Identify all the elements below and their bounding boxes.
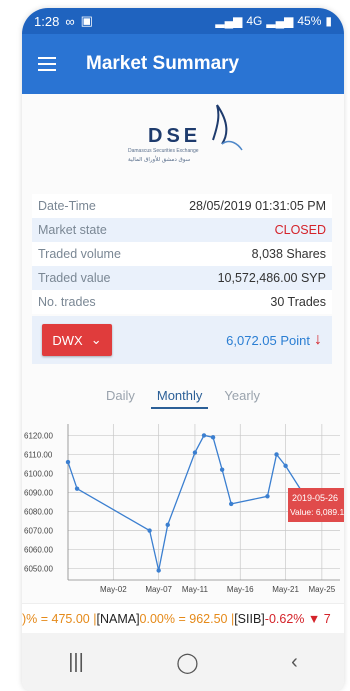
x-tick-label: May-02 (100, 585, 127, 594)
info-label: Market state (38, 223, 107, 237)
info-label: Date-Time (38, 199, 96, 213)
chevron-down-icon: ⌄ (90, 332, 102, 347)
market-info-table: Date-Time 28/05/2019 01:31:05 PM Market … (32, 194, 332, 314)
network-label: 4G (246, 14, 263, 28)
data-point (156, 568, 161, 573)
ticker-segment: -0.62% ▼ 7 (264, 611, 331, 626)
data-point (192, 450, 198, 455)
index-points-value: 6,072.05 Point (226, 332, 310, 348)
market-summary-content: DSE Damascus Securities Exchange سوق دمش… (22, 94, 344, 614)
data-point (201, 433, 207, 438)
y-tick-label: 6090.00 (24, 488, 53, 497)
period-tabs: Daily Monthly Yearly (22, 384, 344, 409)
status-time: 1:28 (34, 13, 60, 29)
logo-mark (212, 104, 228, 145)
x-tick-label: May-07 (145, 585, 172, 594)
price-ticker: )% = 475.00 | [NAMA] 0.00% = 962.50 | [SI… (22, 603, 344, 633)
x-tick-label: May-21 (272, 585, 299, 594)
y-tick-label: 6060.00 (24, 546, 53, 555)
system-nav-bar: ||| ◯ ‹ (22, 633, 344, 691)
back-icon[interactable]: ‹ (291, 651, 298, 674)
info-row-market-state: Market state CLOSED (32, 218, 332, 242)
data-point (165, 522, 170, 528)
index-summary: DWX ⌄ 6,072.05 Point ↓ (32, 316, 332, 364)
market-state-value: CLOSED (274, 223, 326, 237)
data-point (210, 435, 216, 440)
image-icon: ▣ (80, 13, 93, 28)
logo-subtitle: Damascus Securities Exchange (128, 148, 199, 154)
logo-text: DSE (148, 125, 201, 147)
y-tick-label: 6100.00 (24, 469, 53, 478)
data-point (147, 528, 152, 533)
tooltip-date: 2019-05-26 (292, 493, 338, 503)
data-point (65, 459, 71, 465)
tab-daily[interactable]: Daily (100, 384, 141, 409)
index-line-chart[interactable]: 6120.00 6110.00 6100.00 6090.00 6080.00 6070.… (22, 414, 344, 610)
series-line (67, 434, 305, 571)
info-row-trades: No. trades 30 Trades (32, 290, 332, 314)
index-dropdown-button[interactable]: DWX ⌄ (42, 324, 112, 356)
app-bar: Market Summary (22, 34, 344, 94)
y-tick-label: 6070.00 (24, 527, 53, 536)
tab-monthly[interactable]: Monthly (150, 384, 209, 409)
y-tick-label: 6110.00 (24, 450, 53, 459)
battery-icon: ▮ (325, 14, 332, 28)
ticker-segment: [NAMA] (96, 611, 140, 626)
phone-frame: 1:28 ∞ ▣ ▂▄▆ 4G ▂▄▆ 45% ▮ Market Summary… (22, 8, 344, 691)
logo-arabic: سوق دمشق للأوراق المالية (128, 155, 191, 163)
data-point (74, 486, 80, 491)
info-value: 10,572,486.00 SYP (217, 271, 326, 285)
data-point (274, 452, 279, 457)
tooltip-value: Value: 6,089.19 (290, 507, 344, 517)
x-tick-label: May-25 (309, 585, 336, 594)
status-bar: 1:28 ∞ ▣ ▂▄▆ 4G ▂▄▆ 45% ▮ (22, 8, 344, 34)
y-tick-label: 6050.00 (24, 565, 53, 574)
info-value: 28/05/2019 01:31:05 PM (189, 199, 326, 213)
recent-apps-icon[interactable]: ||| (68, 651, 84, 674)
data-point (283, 463, 288, 469)
y-tick-label: 6120.00 (24, 431, 53, 440)
page-title: Market Summary (86, 53, 240, 74)
infinity-icon: ∞ (65, 13, 75, 29)
menu-icon[interactable] (38, 57, 56, 71)
info-value: 30 Trades (270, 295, 326, 309)
data-point (229, 501, 234, 507)
info-row-datetime: Date-Time 28/05/2019 01:31:05 PM (32, 194, 332, 218)
x-tick-label: May-11 (182, 585, 209, 594)
data-point (219, 467, 225, 472)
info-row-traded-value: Traded value 10,572,486.00 SYP (32, 266, 332, 290)
home-icon[interactable]: ◯ (176, 650, 198, 675)
ticker-segment: 0.00% = 962.50 | (139, 611, 235, 626)
signal-icon-2: ▂▄▆ (266, 14, 294, 28)
tab-yearly[interactable]: Yearly (218, 384, 266, 409)
y-tick-label: 6080.00 (24, 508, 53, 517)
ticker-segment: [SIIB] (234, 611, 265, 626)
battery-level: 45% (297, 14, 322, 28)
ticker-segment: )% = 475.00 | (22, 611, 97, 626)
x-tick-label: May-16 (227, 585, 254, 594)
info-label: Traded volume (38, 247, 121, 261)
signal-icon: ▂▄▆ (215, 14, 243, 28)
arrow-down-icon: ↓ (314, 331, 322, 348)
info-value: 8,038 Shares (251, 247, 326, 261)
data-point (265, 494, 270, 499)
info-row-traded-volume: Traded volume 8,038 Shares (32, 242, 332, 266)
info-label: No. trades (38, 295, 96, 309)
index-name: DWX (52, 332, 83, 348)
index-points: 6,072.05 Point ↓ (226, 331, 322, 349)
info-label: Traded value (38, 271, 111, 285)
dse-logo: DSE Damascus Securities Exchange سوق دمش… (128, 104, 243, 163)
